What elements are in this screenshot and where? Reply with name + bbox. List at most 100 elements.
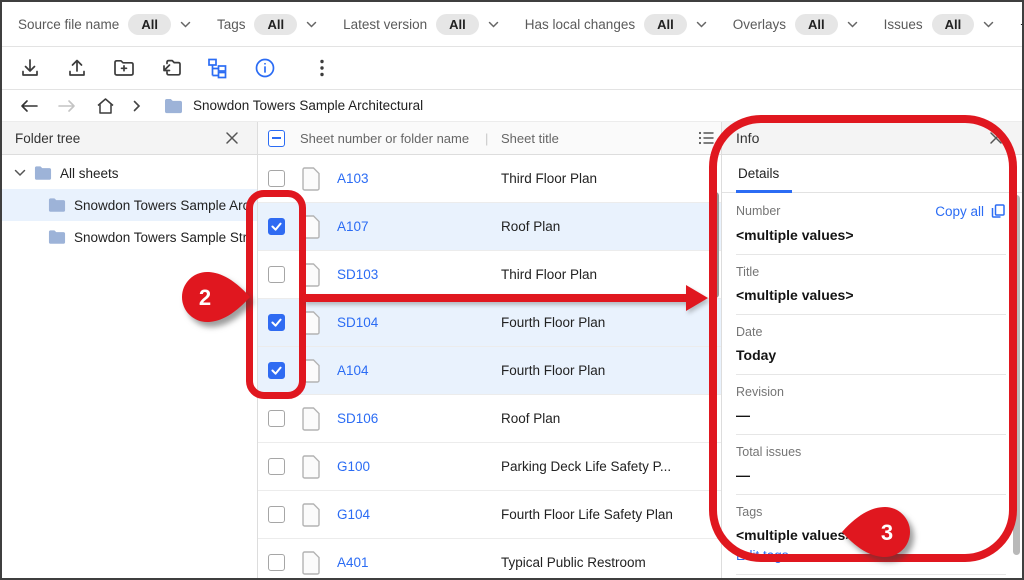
edit-tags-link[interactable]: Edit tags xyxy=(736,548,1006,563)
filter-label: Issues xyxy=(884,17,923,32)
home-icon xyxy=(96,97,115,115)
field-label: Total issues xyxy=(736,445,1006,459)
row-checkbox[interactable] xyxy=(268,362,285,379)
field-label: Date xyxy=(736,325,1006,339)
column-header-number[interactable]: Sheet number or folder name xyxy=(300,131,469,146)
home-button[interactable] xyxy=(90,93,120,119)
sheet-number-link[interactable]: SD103 xyxy=(337,267,378,282)
table-row[interactable]: A107 Roof Plan xyxy=(258,203,721,251)
row-checkbox[interactable] xyxy=(268,458,285,475)
table-row[interactable]: A401 Typical Public Restroom xyxy=(258,539,721,578)
row-checkbox[interactable] xyxy=(268,218,285,235)
folder-icon xyxy=(48,229,66,245)
sheet-number-link[interactable]: SD104 xyxy=(337,315,378,330)
filter-label: Has local changes xyxy=(525,17,635,32)
folder-tree-panel: Folder tree All sheets Snowdon Towers Sa… xyxy=(2,122,258,578)
chevron-down-icon xyxy=(696,21,707,28)
field-label: Tags xyxy=(736,505,1006,519)
field-revision: Revision — xyxy=(736,375,1006,435)
filter-value-pill[interactable]: All xyxy=(644,14,687,35)
field-label: Number xyxy=(736,204,780,218)
more-menu-icon xyxy=(310,56,334,80)
table-row[interactable]: G100 Parking Deck Life Safety P... xyxy=(258,443,721,491)
folder-shortcut-icon xyxy=(159,56,183,80)
field-value: — xyxy=(736,407,1006,423)
filter-control[interactable]: Tags All xyxy=(217,14,317,35)
folder-icon xyxy=(34,165,52,181)
sheet-number-link[interactable]: G104 xyxy=(337,507,370,522)
tree-item-structural[interactable]: Snowdon Towers Sample Str xyxy=(2,221,257,253)
tab-details[interactable]: Details xyxy=(736,158,792,193)
filter-value-pill[interactable]: All xyxy=(254,14,297,35)
main-content: Folder tree All sheets Snowdon Towers Sa… xyxy=(2,122,1022,578)
breadcrumb-current-folder[interactable]: Snowdon Towers Sample Architectural xyxy=(193,98,423,113)
table-scrollbar-thumb[interactable] xyxy=(712,192,719,298)
table-row[interactable]: A104 Fourth Floor Plan xyxy=(258,347,721,395)
filter-control[interactable]: Issues All xyxy=(884,14,995,35)
field-author: Author xyxy=(736,575,1006,578)
add-filter-button[interactable]: + Add filter xyxy=(1020,17,1024,32)
table-row[interactable]: SD104 Fourth Floor Plan xyxy=(258,299,721,347)
sheet-title: Fourth Floor Plan xyxy=(501,363,605,378)
filter-control[interactable]: Overlays All xyxy=(733,14,858,35)
row-checkbox[interactable] xyxy=(268,170,285,187)
table-row[interactable]: G104 Fourth Floor Life Safety Plan xyxy=(258,491,721,539)
sheet-number-link[interactable]: A104 xyxy=(337,363,369,378)
chevron-down-icon xyxy=(14,169,26,177)
folder-shortcut-button[interactable] xyxy=(147,50,194,86)
table-row[interactable]: A103 Third Floor Plan xyxy=(258,155,721,203)
sheet-document-icon xyxy=(301,551,321,575)
back-button[interactable] xyxy=(14,93,44,119)
folder-tree-close-button[interactable] xyxy=(220,126,244,150)
field-value: — xyxy=(736,467,1006,483)
field-tags: Tags <multiple values> Edit tags xyxy=(736,495,1006,575)
tree-item-label: All sheets xyxy=(60,166,119,181)
sheet-title: Roof Plan xyxy=(501,219,560,234)
tree-item-architectural[interactable]: Snowdon Towers Sample Arc xyxy=(2,189,257,221)
sheet-number-link[interactable]: SD106 xyxy=(337,411,378,426)
field-label: Title xyxy=(736,265,1006,279)
filter-control[interactable]: Latest version All xyxy=(343,14,499,35)
tree-item-all-sheets[interactable]: All sheets xyxy=(2,157,257,189)
check-icon xyxy=(271,222,282,231)
row-checkbox[interactable] xyxy=(268,266,285,283)
row-checkbox[interactable] xyxy=(268,410,285,427)
info-scrollbar-thumb[interactable] xyxy=(1013,195,1020,555)
sheet-document-icon xyxy=(301,311,321,335)
row-checkbox[interactable] xyxy=(268,506,285,523)
new-folder-button[interactable] xyxy=(100,50,147,86)
sheet-number-link[interactable]: A103 xyxy=(337,171,369,186)
filter-value-pill[interactable]: All xyxy=(128,14,171,35)
column-header-title[interactable]: Sheet title xyxy=(501,131,559,146)
filter-value-pill[interactable]: All xyxy=(436,14,479,35)
close-icon xyxy=(225,131,239,145)
filter-control[interactable]: Has local changes All xyxy=(525,14,707,35)
table-row[interactable]: SD106 Roof Plan xyxy=(258,395,721,443)
select-all-checkbox[interactable] xyxy=(268,130,285,147)
folder-tree-toggle-button[interactable] xyxy=(194,50,241,86)
info-close-button[interactable] xyxy=(984,126,1008,150)
row-checkbox[interactable] xyxy=(268,314,285,331)
sheet-number-link[interactable]: A401 xyxy=(337,555,369,570)
download-button[interactable] xyxy=(6,50,53,86)
upload-button[interactable] xyxy=(53,50,100,86)
info-panel-header: Info xyxy=(722,122,1022,155)
filter-label: Tags xyxy=(217,17,246,32)
filter-value-pill[interactable]: All xyxy=(795,14,838,35)
sheet-number-link[interactable]: G100 xyxy=(337,459,370,474)
sheet-document-icon xyxy=(301,407,321,431)
check-icon xyxy=(271,366,282,375)
info-toggle-icon xyxy=(253,56,277,80)
chevron-down-icon xyxy=(847,21,858,28)
sheet-document-icon xyxy=(301,215,321,239)
list-settings-button[interactable] xyxy=(697,129,715,150)
row-checkbox[interactable] xyxy=(268,554,285,571)
table-row[interactable]: SD103 Third Floor Plan xyxy=(258,251,721,299)
forward-button[interactable] xyxy=(52,93,82,119)
filter-control[interactable]: Source file name All xyxy=(18,14,191,35)
sheet-number-link[interactable]: A107 xyxy=(337,219,369,234)
copy-all-button[interactable]: Copy all xyxy=(935,203,1006,219)
info-toggle-button[interactable] xyxy=(241,50,288,86)
more-menu-button[interactable] xyxy=(302,50,342,86)
filter-value-pill[interactable]: All xyxy=(932,14,975,35)
